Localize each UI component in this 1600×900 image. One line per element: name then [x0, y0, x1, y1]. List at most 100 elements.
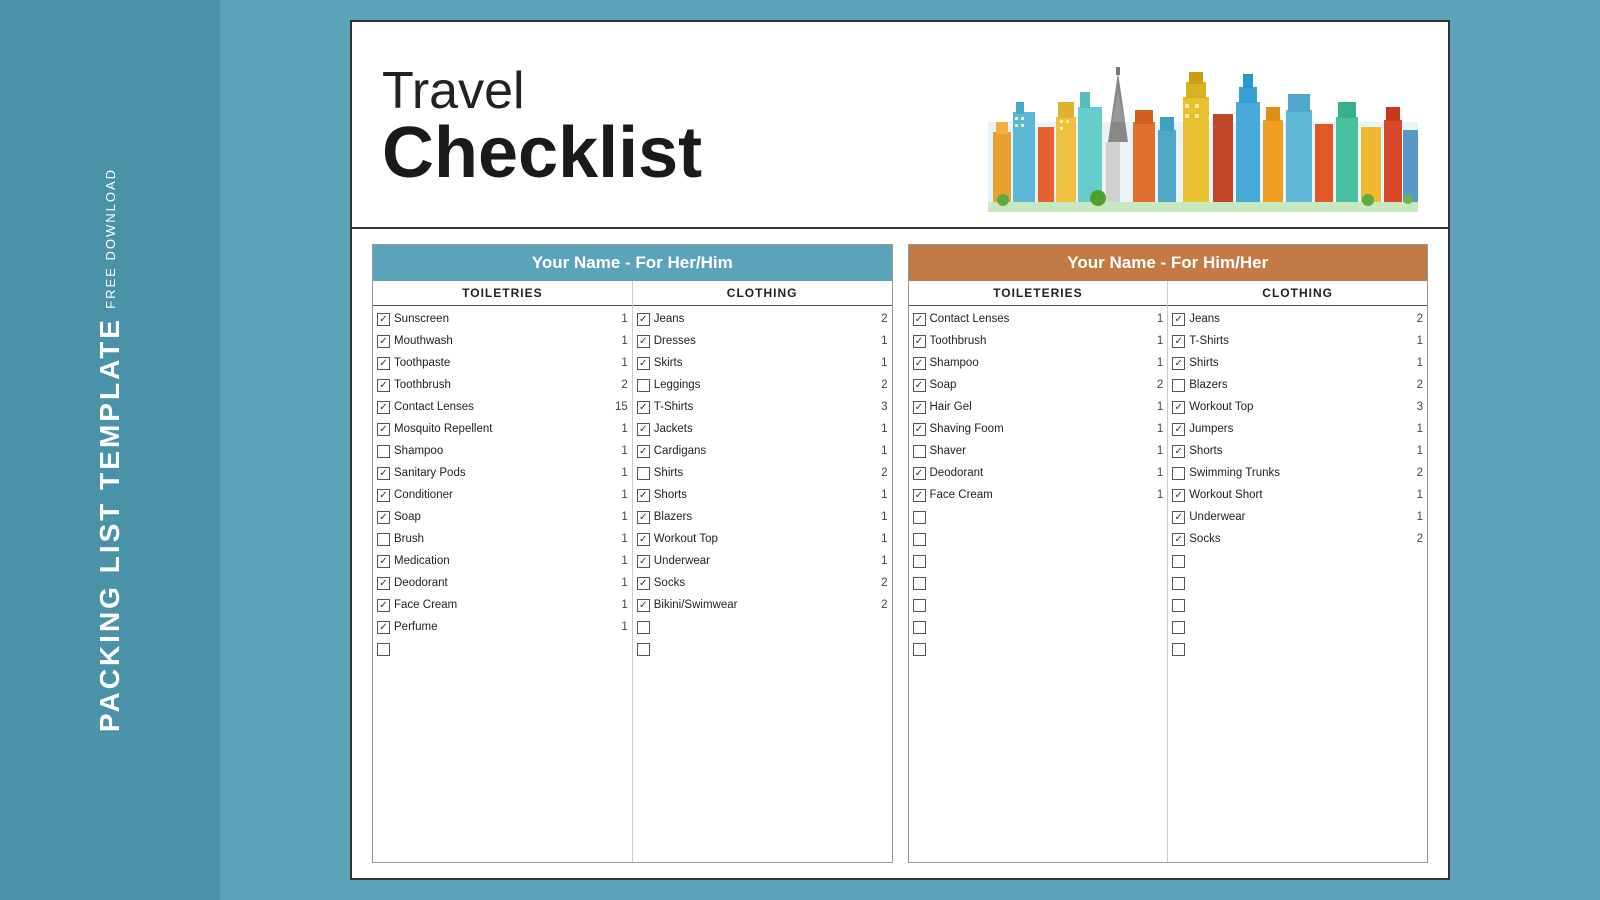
checkbox[interactable] — [637, 379, 650, 392]
checkbox[interactable] — [913, 313, 926, 326]
checkbox[interactable] — [377, 467, 390, 480]
checkbox[interactable] — [913, 599, 926, 612]
list-item[interactable]: Face Cream1 — [909, 484, 1168, 506]
list-item[interactable]: Deodorant1 — [373, 572, 632, 594]
checkbox[interactable] — [637, 533, 650, 546]
checkbox[interactable] — [377, 599, 390, 612]
checkbox[interactable] — [1172, 335, 1185, 348]
list-item[interactable]: Toothbrush2 — [373, 374, 632, 396]
checkbox[interactable] — [1172, 533, 1185, 546]
list-item[interactable]: Jackets1 — [633, 418, 892, 440]
list-item[interactable] — [1168, 594, 1427, 616]
checkbox[interactable] — [637, 621, 650, 634]
list-item[interactable]: Soap1 — [373, 506, 632, 528]
list-item[interactable]: Skirts1 — [633, 352, 892, 374]
checkbox[interactable] — [637, 335, 650, 348]
list-item[interactable] — [909, 506, 1168, 528]
checkbox[interactable] — [1172, 489, 1185, 502]
list-item[interactable]: Sanitary Pods1 — [373, 462, 632, 484]
list-item[interactable]: Leggings2 — [633, 374, 892, 396]
checkbox[interactable] — [1172, 599, 1185, 612]
checkbox[interactable] — [377, 379, 390, 392]
checkbox[interactable] — [637, 555, 650, 568]
list-item[interactable]: Socks2 — [1168, 528, 1427, 550]
list-item[interactable]: Workout Top3 — [1168, 396, 1427, 418]
checkbox[interactable] — [377, 401, 390, 414]
checkbox[interactable] — [1172, 555, 1185, 568]
list-item[interactable]: Contact Lenses15 — [373, 396, 632, 418]
list-item[interactable]: Jumpers1 — [1168, 418, 1427, 440]
checkbox[interactable] — [377, 533, 390, 546]
list-item[interactable] — [909, 638, 1168, 660]
checkbox[interactable] — [637, 511, 650, 524]
checkbox[interactable] — [913, 423, 926, 436]
checkbox[interactable] — [1172, 467, 1185, 480]
checkbox[interactable] — [377, 445, 390, 458]
checkbox[interactable] — [913, 533, 926, 546]
checkbox[interactable] — [913, 511, 926, 524]
list-item[interactable] — [909, 616, 1168, 638]
list-item[interactable]: Bikini/Swimwear2 — [633, 594, 892, 616]
list-item[interactable]: Blazers2 — [1168, 374, 1427, 396]
list-item[interactable]: Hair Gel1 — [909, 396, 1168, 418]
checkbox[interactable] — [637, 423, 650, 436]
checkbox[interactable] — [637, 445, 650, 458]
list-item[interactable]: Toothpaste1 — [373, 352, 632, 374]
list-item[interactable]: Brush1 — [373, 528, 632, 550]
list-item[interactable]: Shirts1 — [1168, 352, 1427, 374]
list-item[interactable]: Underwear1 — [1168, 506, 1427, 528]
checkbox[interactable] — [377, 643, 390, 656]
checkbox[interactable] — [1172, 357, 1185, 370]
checkbox[interactable] — [377, 511, 390, 524]
list-item[interactable]: Medication1 — [373, 550, 632, 572]
checkbox[interactable] — [637, 599, 650, 612]
list-item[interactable]: Deodorant1 — [909, 462, 1168, 484]
checkbox[interactable] — [377, 335, 390, 348]
list-item[interactable]: Conditioner1 — [373, 484, 632, 506]
checkbox[interactable] — [913, 621, 926, 634]
checkbox[interactable] — [1172, 577, 1185, 590]
checkbox[interactable] — [913, 335, 926, 348]
list-item[interactable] — [909, 572, 1168, 594]
list-item[interactable]: Workout Short1 — [1168, 484, 1427, 506]
list-item[interactable]: Jeans2 — [1168, 308, 1427, 330]
list-item[interactable] — [1168, 616, 1427, 638]
checkbox[interactable] — [1172, 445, 1185, 458]
checkbox[interactable] — [1172, 621, 1185, 634]
list-item[interactable]: Swimming Trunks2 — [1168, 462, 1427, 484]
list-item[interactable]: Shampoo1 — [373, 440, 632, 462]
checkbox[interactable] — [913, 379, 926, 392]
checkbox[interactable] — [637, 577, 650, 590]
list-item[interactable] — [633, 638, 892, 660]
list-item[interactable]: Perfume1 — [373, 616, 632, 638]
checkbox[interactable] — [913, 467, 926, 480]
list-item[interactable] — [909, 550, 1168, 572]
checkbox[interactable] — [637, 401, 650, 414]
list-item[interactable] — [909, 528, 1168, 550]
checkbox[interactable] — [913, 555, 926, 568]
list-item[interactable] — [1168, 550, 1427, 572]
list-item[interactable]: Underwear1 — [633, 550, 892, 572]
checkbox[interactable] — [913, 445, 926, 458]
list-item[interactable]: Shampoo1 — [909, 352, 1168, 374]
checkbox[interactable] — [377, 489, 390, 502]
list-item[interactable]: Dresses1 — [633, 330, 892, 352]
list-item[interactable]: Shaving Foom1 — [909, 418, 1168, 440]
list-item[interactable]: Shorts1 — [1168, 440, 1427, 462]
checkbox[interactable] — [637, 467, 650, 480]
list-item[interactable]: T-Shirts3 — [633, 396, 892, 418]
list-item[interactable]: Cardigans1 — [633, 440, 892, 462]
checkbox[interactable] — [913, 643, 926, 656]
list-item[interactable]: Socks2 — [633, 572, 892, 594]
list-item[interactable]: Mouthwash1 — [373, 330, 632, 352]
checkbox[interactable] — [913, 489, 926, 502]
list-item[interactable]: Shorts1 — [633, 484, 892, 506]
checkbox[interactable] — [637, 643, 650, 656]
list-item[interactable] — [373, 638, 632, 660]
checkbox[interactable] — [377, 555, 390, 568]
checkbox[interactable] — [1172, 511, 1185, 524]
checkbox[interactable] — [637, 489, 650, 502]
list-item[interactable] — [1168, 572, 1427, 594]
checkbox[interactable] — [637, 357, 650, 370]
list-item[interactable] — [909, 594, 1168, 616]
